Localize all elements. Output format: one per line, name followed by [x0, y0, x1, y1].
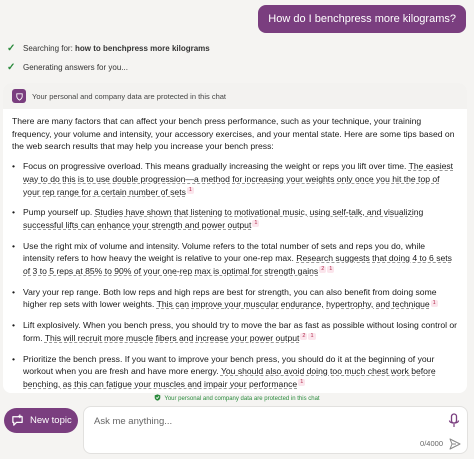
- copilot-shield-icon: [12, 89, 26, 103]
- status-generating: ✓ Generating answers for you...: [7, 62, 128, 73]
- tip-item: • Prioritize the bench press. If you wan…: [12, 353, 436, 389]
- citation-badge[interactable]: 1: [430, 299, 438, 307]
- tip-link[interactable]: This can improve your muscular endurance…: [157, 299, 430, 309]
- chat-input-box[interactable]: Ask me anything... 0/4000: [83, 406, 468, 454]
- privacy-text: Your personal and company data are prote…: [32, 91, 227, 101]
- check-icon: ✓: [7, 62, 16, 73]
- protected-note: Your personal and company data are prote…: [0, 394, 474, 403]
- citation-badge[interactable]: 1: [298, 379, 306, 387]
- citation-badge[interactable]: 1: [308, 332, 316, 340]
- send-icon[interactable]: [449, 437, 461, 450]
- check-icon: ✓: [7, 43, 16, 54]
- new-topic-icon: [10, 414, 24, 428]
- citation-badge[interactable]: 2: [300, 332, 308, 340]
- status-searching-text: Searching for: how to benchpress more ki…: [23, 44, 210, 53]
- answer-intro: There are many factors that can affect y…: [12, 116, 455, 152]
- tip-item: • Vary your rep range. Both low reps and…: [12, 286, 438, 310]
- new-topic-button[interactable]: New topic: [4, 408, 78, 433]
- status-searching: ✓ Searching for: how to benchpress more …: [7, 43, 210, 54]
- chat-input-placeholder[interactable]: Ask me anything...: [94, 416, 172, 427]
- tip-item: • Lift explosively. When you bench press…: [12, 320, 458, 343]
- char-counter: 0/4000: [420, 439, 443, 448]
- citation-badge[interactable]: 1: [252, 220, 260, 228]
- tip-item: • Use the right mix of volume and intens…: [12, 240, 452, 277]
- citation-badge[interactable]: 1: [186, 186, 194, 194]
- shield-check-icon: [154, 394, 161, 403]
- tip-item: • Pump yourself up. Studies have shown t…: [12, 207, 424, 230]
- mic-icon[interactable]: [447, 413, 461, 429]
- user-message-bubble: How do I benchpress more kilograms?: [258, 5, 466, 33]
- citation-badge[interactable]: 2: [319, 266, 327, 274]
- protected-note-text: Your personal and company data are prote…: [164, 395, 320, 402]
- citation-badge[interactable]: 1: [327, 266, 335, 274]
- tip-item: • Focus on progressive overload. This me…: [12, 161, 454, 197]
- answer-card: Your personal and company data are prote…: [3, 83, 467, 393]
- tip-link[interactable]: This will recruit more muscle fibers and…: [45, 333, 300, 343]
- status-generating-text: Generating answers for you...: [23, 63, 128, 72]
- new-topic-label: New topic: [30, 415, 72, 426]
- privacy-row: Your personal and company data are prote…: [3, 83, 467, 109]
